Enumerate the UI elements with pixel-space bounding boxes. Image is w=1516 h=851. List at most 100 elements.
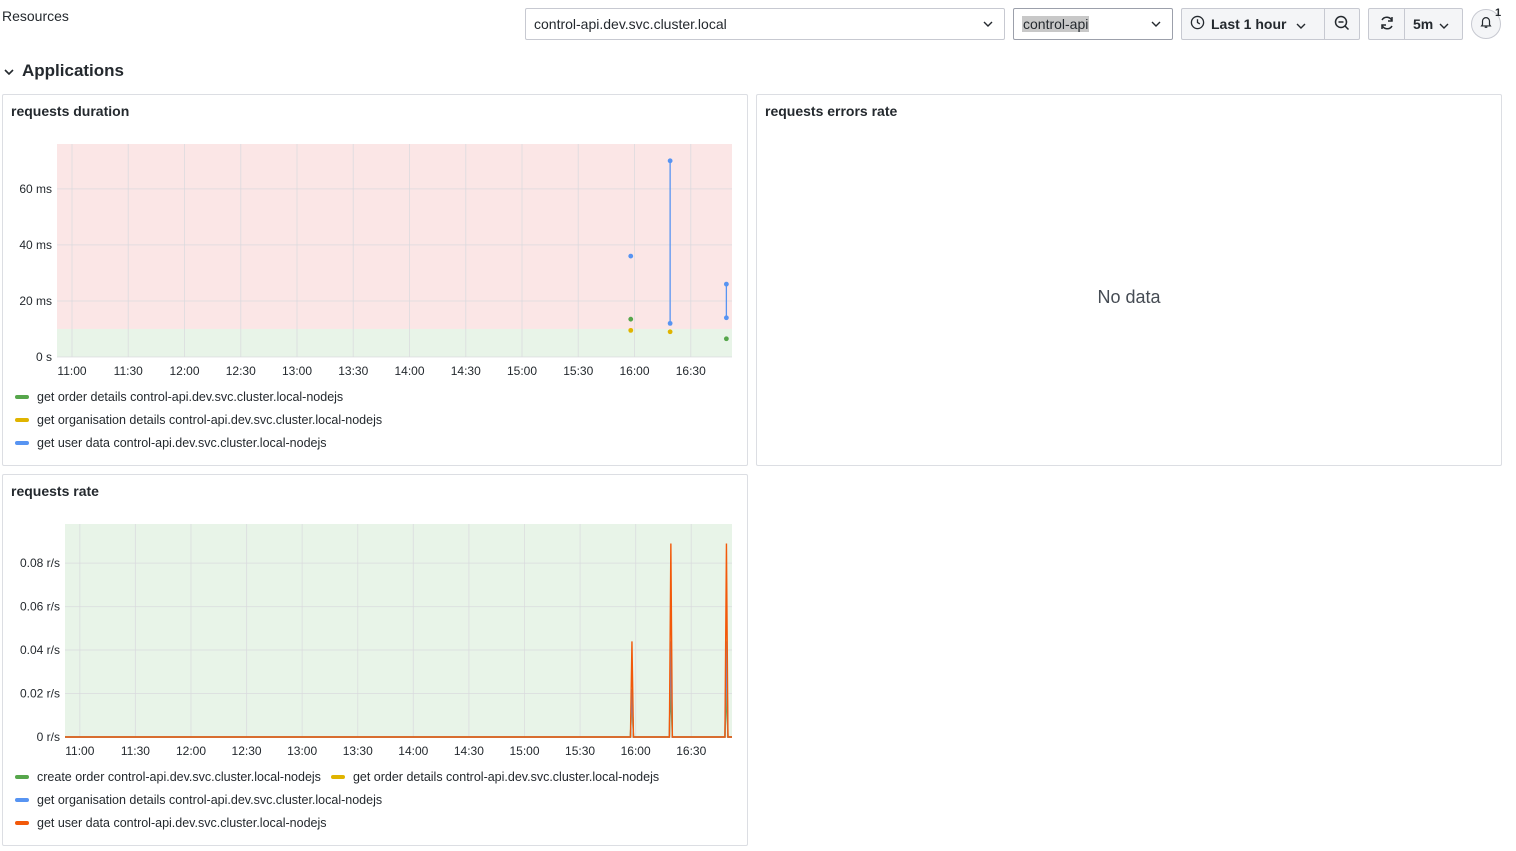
- y-tick-label: 0.06 r/s: [20, 600, 60, 614]
- y-tick-label: 0 s: [36, 350, 52, 364]
- legend-row: get organisation details control-api.dev…: [15, 788, 659, 811]
- legend-label: create order control-api.dev.svc.cluster…: [37, 769, 321, 784]
- data-point: [628, 327, 634, 333]
- panel-requests-rate[interactable]: requests rate 0 r/s 0.02 r/s 0.04 r/s 0.06 …: [2, 474, 748, 846]
- panel-title: requests duration: [11, 103, 130, 119]
- legend-item[interactable]: get order details control-api.dev.svc.cl…: [15, 385, 343, 408]
- refresh-group: 5m: [1368, 8, 1463, 40]
- legend-item[interactable]: get organisation details control-api.dev…: [15, 408, 382, 431]
- y-tick-label: 0.08 r/s: [20, 556, 60, 570]
- chevron-down-icon: [1296, 16, 1306, 32]
- data-point: [628, 253, 634, 259]
- refresh-icon: [1379, 15, 1395, 34]
- row-title: Applications: [22, 61, 125, 80]
- legend-swatch: [15, 774, 29, 779]
- x-tick-label: 11:30: [114, 364, 143, 378]
- legend-item[interactable]: get order details control-api.dev.svc.cl…: [330, 765, 659, 788]
- x-tick-label: 11:00: [57, 364, 86, 378]
- panel-requests-errors-rate[interactable]: requests errors rate No data: [756, 94, 1502, 466]
- clock-icon: [1190, 15, 1205, 33]
- no-data-message: No data: [1097, 287, 1161, 307]
- x-tick-label: 14:30: [454, 744, 484, 758]
- chevron-down-icon: [980, 16, 996, 32]
- refresh-button[interactable]: [1369, 9, 1404, 39]
- legend-row: create order control-api.dev.svc.cluster…: [15, 765, 659, 788]
- host-select-value: control-api.dev.svc.cluster.local: [534, 16, 727, 32]
- x-tick-label: 13:00: [287, 744, 317, 758]
- x-tick-label: 16:00: [621, 744, 651, 758]
- x-tick-label: 16:30: [676, 364, 706, 378]
- panel-title: requests errors rate: [765, 103, 898, 119]
- legend-row: get organisation details control-api.dev…: [15, 408, 382, 431]
- service-select-value: control-api: [1022, 16, 1090, 32]
- legend-swatch: [15, 797, 29, 802]
- legend-item[interactable]: get organisation details control-api.dev…: [15, 788, 382, 811]
- x-tick-label: 11:00: [65, 744, 94, 758]
- x-tick-label: 13:30: [343, 744, 373, 758]
- legend-swatch: [15, 820, 29, 825]
- service-select[interactable]: control-api: [1013, 8, 1173, 40]
- x-tick-label: 15:00: [509, 744, 539, 758]
- data-point: [667, 320, 673, 326]
- zoom-out-icon: [1334, 15, 1350, 34]
- refresh-interval-picker[interactable]: 5m: [1404, 9, 1462, 39]
- legend-row: get user data control-api.dev.svc.cluste…: [15, 811, 659, 834]
- x-tick-label: 16:30: [676, 744, 706, 758]
- x-tick-label: 12:30: [226, 364, 256, 378]
- legend-swatch: [330, 774, 345, 779]
- y-tick-label: 0.04 r/s: [20, 643, 60, 657]
- time-picker-group: Last 1 hour: [1181, 8, 1360, 40]
- legend-label: get user data control-api.dev.svc.cluste…: [37, 435, 327, 450]
- legend-label: get user data control-api.dev.svc.cluste…: [37, 815, 327, 830]
- x-tick-label: 12:00: [169, 364, 199, 378]
- legend-label: get order details control-api.dev.svc.cl…: [37, 389, 344, 404]
- threshold-green-region: [57, 328, 732, 357]
- rate-chart: 0 r/s 0.02 r/s 0.04 r/s 0.06 r/s 0.08 r/s 11:…: [20, 524, 732, 758]
- zoom-out-button[interactable]: [1324, 9, 1359, 39]
- y-tick-label: 0.02 r/s: [20, 687, 60, 701]
- data-point: [628, 316, 634, 322]
- data-point: [723, 281, 729, 287]
- legend-swatch: [15, 394, 29, 399]
- y-tick-label: 40 ms: [19, 238, 52, 252]
- host-select[interactable]: control-api.dev.svc.cluster.local: [525, 8, 1005, 40]
- x-tick-label: 11:30: [121, 744, 150, 758]
- rate-legend: create order control-api.dev.svc.cluster…: [15, 765, 659, 834]
- x-tick-label: 13:30: [338, 364, 368, 378]
- x-tick-label: 15:30: [565, 744, 595, 758]
- x-tick-label: 15:00: [507, 364, 537, 378]
- data-point: [723, 315, 729, 321]
- y-tick-label: 0 r/s: [37, 730, 60, 744]
- x-tick-label: 13:00: [282, 364, 312, 378]
- data-point: [723, 336, 729, 342]
- panel-requests-duration[interactable]: requests duration 0 s 20 ms 40 ms 60 ms 11:0…: [2, 94, 748, 466]
- row-toggle-applications[interactable]: Applications: [4, 60, 124, 82]
- duration-legend: get order details control-api.dev.svc.cl…: [15, 385, 382, 454]
- legend-item[interactable]: create order control-api.dev.svc.cluster…: [15, 765, 321, 788]
- duration-chart: 0 s 20 ms 40 ms 60 ms 11:00 11:30 12:00 12:30 13…: [19, 144, 732, 378]
- legend-swatch: [15, 440, 29, 445]
- time-range-button[interactable]: Last 1 hour: [1182, 9, 1324, 39]
- chevron-down-icon: [4, 62, 14, 80]
- panel-title: requests rate: [11, 483, 99, 499]
- data-point: [667, 158, 673, 164]
- legend-item[interactable]: get user data control-api.dev.svc.cluste…: [15, 811, 327, 834]
- legend-label: get organisation details control-api.dev…: [37, 792, 383, 807]
- x-tick-label: 14:30: [451, 364, 481, 378]
- legend-row: get user data control-api.dev.svc.cluste…: [15, 431, 382, 454]
- refresh-interval-label: 5m: [1413, 16, 1434, 32]
- legend-swatch: [15, 417, 29, 422]
- legend-row: get order details control-api.dev.svc.cl…: [15, 385, 382, 408]
- alerts-count-badge: 1: [1495, 7, 1502, 19]
- x-tick-label: 12:00: [176, 744, 206, 758]
- x-tick-label: 14:00: [398, 744, 428, 758]
- page-title: Resources: [2, 8, 69, 24]
- chevron-down-icon: [1148, 16, 1164, 32]
- bell-icon: [1479, 15, 1493, 34]
- legend-item[interactable]: get user data control-api.dev.svc.cluste…: [15, 431, 327, 454]
- chevron-down-icon: [1439, 16, 1449, 32]
- legend-label: get organisation details control-api.dev…: [37, 412, 383, 427]
- x-tick-label: 16:00: [619, 364, 649, 378]
- data-point: [667, 329, 673, 335]
- y-tick-label: 60 ms: [19, 182, 52, 196]
